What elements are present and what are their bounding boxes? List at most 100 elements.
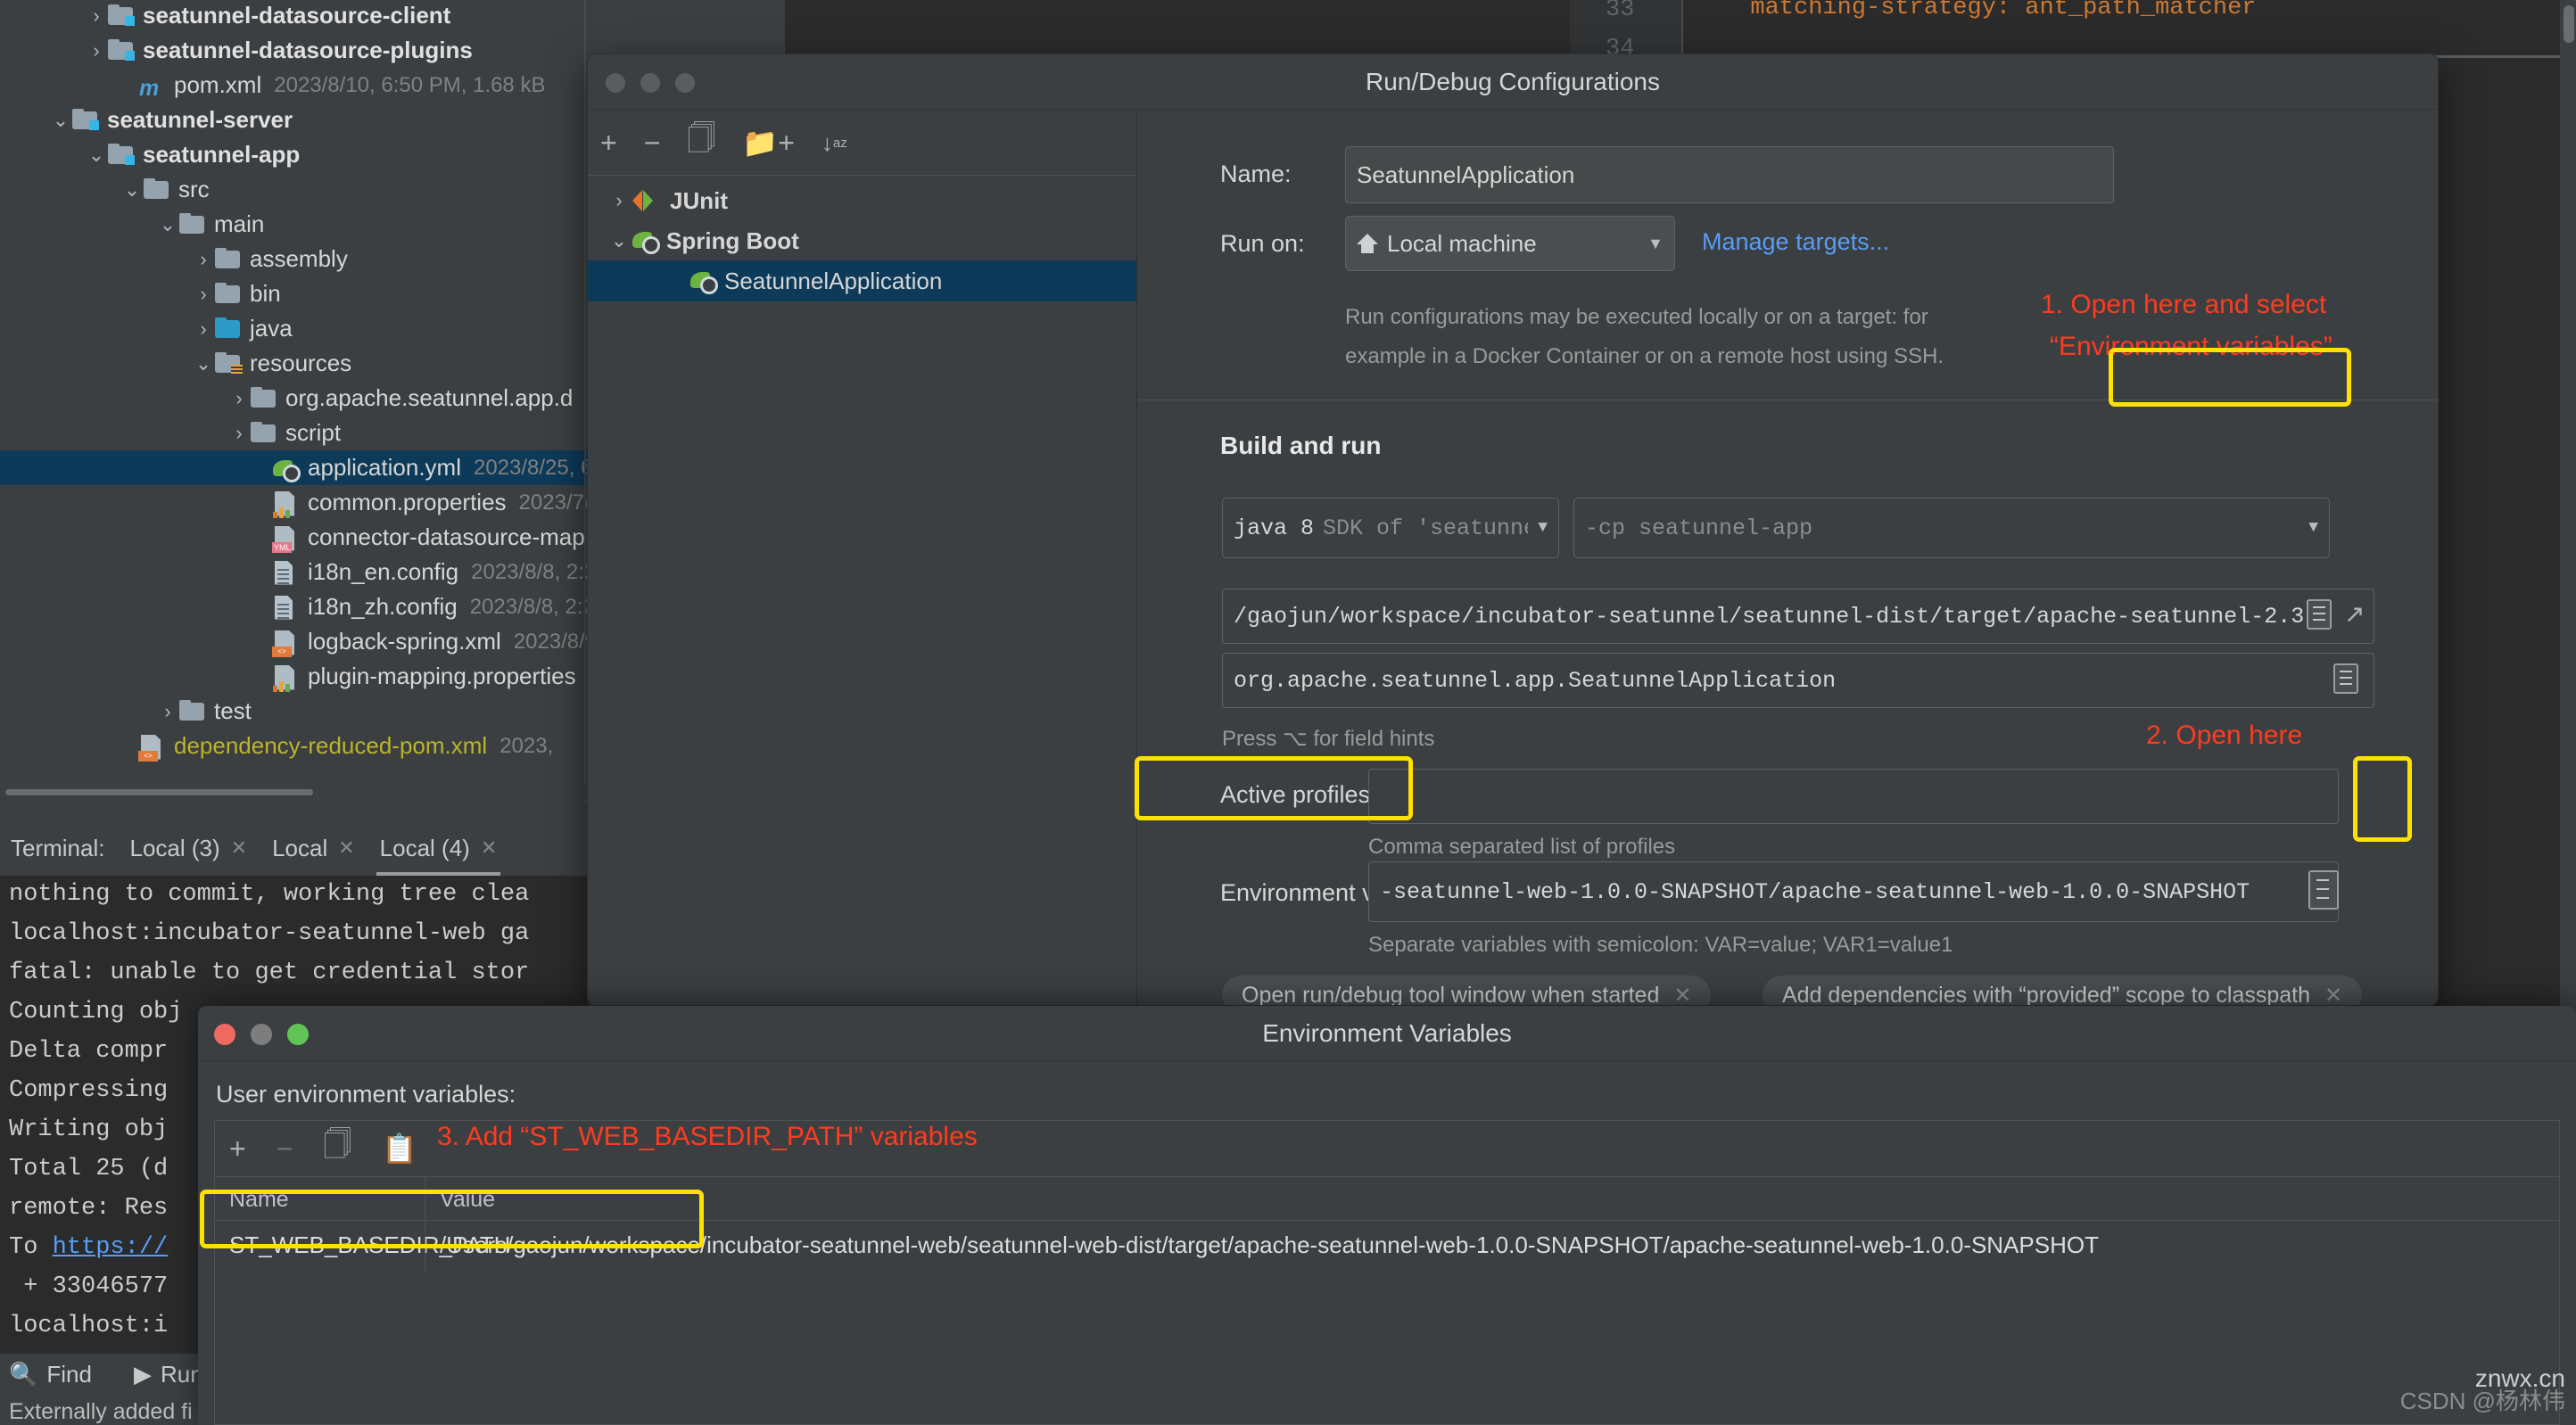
tree-item-date: 2023/8/10, 6:50 PM, 1.68 kB bbox=[274, 72, 546, 97]
expand-arrow-icon[interactable]: › bbox=[85, 4, 108, 28]
remove-icon[interactable]: − bbox=[644, 127, 661, 160]
configurations-list-panel[interactable]: + − 🗍 📁+ ↓ az › JUnit ⌄ Spring Boot Seatunnel… bbox=[588, 111, 1137, 1005]
tree-item[interactable]: › test bbox=[0, 694, 589, 729]
tree-item[interactable]: › java bbox=[0, 311, 589, 346]
chip-open-run-debug-tool-window[interactable]: Open run/debug tool window when started … bbox=[1222, 976, 1712, 1006]
tree-item[interactable]: <> logback-spring.xml 2023/8/9 bbox=[0, 624, 597, 659]
tree-item[interactable]: ⌄ main bbox=[0, 207, 589, 242]
expand-arrow-icon[interactable]: › bbox=[227, 422, 251, 445]
vm-options-input[interactable]: /gaojun/workspace/incubator-seatunnel/se… bbox=[1222, 589, 2374, 644]
tree-item[interactable]: application.yml 2023/8/25, 6:5 bbox=[0, 450, 610, 485]
add-icon[interactable]: + bbox=[600, 127, 617, 160]
close-icon[interactable]: ✕ bbox=[231, 836, 247, 860]
active-profiles-input[interactable] bbox=[1368, 769, 2339, 824]
table-row[interactable]: ST_WEB_BASEDIR_PATH /Users/gaojun/worksp… bbox=[215, 1221, 2559, 1271]
tree-item-label: plugin-mapping.properties bbox=[308, 663, 576, 689]
tree-item[interactable]: › assembly bbox=[0, 242, 589, 276]
main-class-input[interactable]: org.apache.seatunnel.app.SeatunnelApplic… bbox=[1222, 653, 2374, 708]
expand-field-icon[interactable] bbox=[2307, 599, 2332, 630]
configuration-form[interactable]: Name: SeatunnelApplication Store as proj… bbox=[1138, 111, 2438, 1005]
tree-item[interactable]: <> dependency-reduced-pom.xml 2023, bbox=[0, 729, 589, 763]
close-icon[interactable]: ✕ bbox=[1673, 983, 1691, 1006]
tree-item[interactable]: › seatunnel-datasource-plugins bbox=[0, 33, 589, 68]
tree-item[interactable]: › bin bbox=[0, 276, 589, 311]
new-folder-icon[interactable]: 📁+ bbox=[742, 126, 795, 160]
expand-arrow-icon[interactable]: ⌄ bbox=[120, 178, 144, 202]
tree-item[interactable]: ⌄ src bbox=[0, 172, 589, 207]
close-icon[interactable]: ✕ bbox=[481, 836, 497, 860]
configuration-tree-item[interactable]: › JUnit bbox=[588, 180, 1136, 221]
scrollbar-thumb[interactable] bbox=[2564, 5, 2574, 43]
expand-arrow-icon[interactable]: › bbox=[227, 387, 251, 410]
chevron-down-icon[interactable]: ▼ bbox=[2308, 519, 2318, 537]
terminal-tab-local[interactable]: Local ✕ bbox=[268, 820, 359, 876]
copy-icon[interactable]: 🗍 bbox=[323, 1124, 351, 1173]
paste-icon[interactable]: 📋 bbox=[382, 1132, 417, 1166]
browse-main-class-icon[interactable] bbox=[2333, 663, 2358, 694]
expand-arrow-icon[interactable]: ⌄ bbox=[49, 109, 72, 132]
env-window-controls[interactable] bbox=[214, 1024, 309, 1045]
close-window-button[interactable] bbox=[214, 1024, 235, 1045]
tree-item[interactable]: › org.apache.seatunnel.app.d bbox=[0, 381, 589, 416]
tree-item[interactable]: i18n_en.config 2023/8/8, 2:26 bbox=[0, 555, 608, 589]
run-debug-configurations-dialog[interactable]: Run/Debug Configurations + − 🗍 📁+ ↓ az › J… bbox=[587, 54, 2439, 1006]
expand-arrow-icon[interactable]: › bbox=[192, 248, 215, 271]
tree-item[interactable]: › seatunnel-datasource-client bbox=[0, 0, 589, 33]
add-icon[interactable]: + bbox=[229, 1133, 246, 1166]
run-button[interactable]: ▶ Run bbox=[134, 1361, 203, 1388]
chevron-down-icon[interactable]: ▼ bbox=[1647, 235, 1664, 253]
terminal-tab-local-3[interactable]: Local (3) ✕ bbox=[126, 820, 251, 876]
configuration-tree-item[interactable]: SeatunnelApplication bbox=[588, 260, 1136, 301]
configurations-toolbar[interactable]: + − 🗍 📁+ ↓ az bbox=[588, 111, 1136, 175]
open-environment-variables-icon[interactable] bbox=[2308, 870, 2339, 910]
tree-item[interactable]: YML connector-datasource-map bbox=[0, 520, 589, 555]
run-label: Run bbox=[161, 1361, 203, 1388]
run-on-select[interactable]: Local machine ▼ bbox=[1345, 216, 1675, 271]
maximize-window-button[interactable] bbox=[287, 1024, 309, 1045]
copy-icon[interactable]: 🗍 bbox=[687, 119, 715, 167]
tree-item[interactable]: i18n_zh.config 2023/8/8, 2:26 bbox=[0, 589, 607, 624]
close-icon[interactable]: ✕ bbox=[2324, 983, 2342, 1006]
tree-item[interactable]: plugin-mapping.properties bbox=[0, 659, 589, 694]
environment-variables-input[interactable]: -seatunnel-web-1.0.0-SNAPSHOT/apache-sea… bbox=[1368, 861, 2339, 922]
environment-variables-dialog[interactable]: Environment Variables User environment v… bbox=[198, 1006, 2576, 1425]
tree-item[interactable]: ⌄ seatunnel-app bbox=[0, 137, 589, 172]
expand-arrow-icon[interactable]: ⌄ bbox=[192, 352, 215, 375]
expand-arrow-icon[interactable]: › bbox=[156, 700, 179, 723]
tree-item[interactable]: ⌄ seatunnel-server bbox=[0, 103, 589, 137]
minimize-window-button[interactable] bbox=[640, 73, 660, 93]
expand-editor-icon[interactable]: ↗ bbox=[2344, 599, 2365, 629]
configuration-tree-item[interactable]: ⌄ Spring Boot bbox=[588, 220, 1136, 261]
expand-arrow-icon[interactable]: ⌄ bbox=[85, 144, 108, 167]
tree-item[interactable]: › script bbox=[0, 416, 589, 450]
name-input[interactable]: SeatunnelApplication bbox=[1345, 146, 2114, 203]
expand-arrow-icon[interactable]: › bbox=[85, 39, 108, 62]
close-window-button[interactable] bbox=[606, 73, 625, 93]
scroll-thumb[interactable] bbox=[5, 789, 313, 795]
terminal-link[interactable]: https:// bbox=[53, 1234, 169, 1261]
expand-arrow-icon[interactable]: ⌄ bbox=[156, 213, 179, 236]
window-controls[interactable] bbox=[606, 73, 695, 93]
tree-horizontal-scrollbar[interactable] bbox=[0, 785, 589, 799]
tree-item-label: bin bbox=[250, 280, 281, 307]
tree-item[interactable]: m pom.xml 2023/8/10, 6:50 PM, 1.68 kB bbox=[0, 68, 589, 103]
jdk-select[interactable]: java 8 SDK of 'seatunnel-app' … ▼ bbox=[1222, 498, 1559, 558]
close-icon[interactable]: ✕ bbox=[338, 836, 354, 860]
terminal-tab-local-4[interactable]: Local (4) ✕ bbox=[376, 820, 501, 876]
expand-arrow-icon[interactable]: › bbox=[606, 189, 632, 212]
minimize-window-button[interactable] bbox=[251, 1024, 272, 1045]
find-button[interactable]: 🔍 Find bbox=[9, 1361, 92, 1388]
expand-arrow-icon[interactable]: › bbox=[192, 317, 215, 341]
chip-add-provided-dependencies[interactable]: Add dependencies with “provided” scope t… bbox=[1763, 976, 2363, 1006]
maximize-window-button[interactable] bbox=[675, 73, 695, 93]
env-table-panel[interactable]: + − 🗍 📋 Name Value ST_WEB_BASEDIR_PATH /… bbox=[214, 1120, 2560, 1425]
tree-item[interactable]: common.properties 2023/7/1 bbox=[0, 485, 602, 520]
manage-targets-link[interactable]: Manage targets... bbox=[1702, 228, 1889, 256]
project-tree-panel[interactable]: › seatunnel-datasource-client › seatunnel-d… bbox=[0, 0, 610, 803]
expand-arrow-icon[interactable]: ⌄ bbox=[606, 229, 632, 252]
tree-item[interactable]: ⌄ resources bbox=[0, 346, 589, 381]
chevron-down-icon[interactable]: ▼ bbox=[1538, 519, 1548, 537]
classpath-module-select[interactable]: -cp seatunnel-app ▼ bbox=[1573, 498, 2330, 558]
expand-arrow-icon[interactable]: › bbox=[192, 283, 215, 306]
sort-alphabetically-icon[interactable]: ↓ az bbox=[822, 129, 847, 157]
